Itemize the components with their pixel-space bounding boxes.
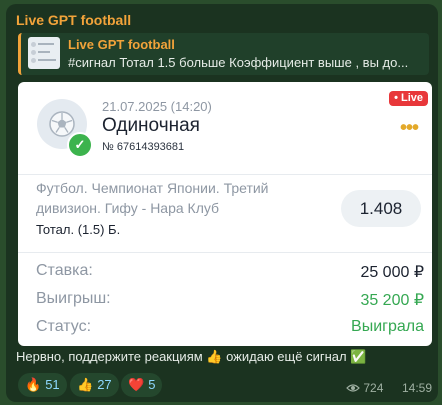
heart-icon: ❤️ xyxy=(128,377,145,392)
reaction-count: 51 xyxy=(45,377,60,392)
status-label: Статус: xyxy=(36,318,92,335)
stake-label: Ставка: xyxy=(36,262,93,279)
match-description: Футбол. Чемпионат Японии. Третий дивизио… xyxy=(36,180,269,216)
stake-value: 25 000 ₽ xyxy=(360,264,424,281)
views-counter: 724 xyxy=(346,381,383,395)
fire-icon: 🔥 xyxy=(25,377,42,392)
reaction-heart[interactable]: ❤️ 5 xyxy=(121,373,163,397)
win-check-icon: ✓ xyxy=(67,132,93,158)
bet-type: Одиночная xyxy=(102,115,200,136)
message-time: 14:59 xyxy=(402,381,433,395)
status-value: Выиграла xyxy=(351,318,424,335)
reaction-count: 27 xyxy=(97,377,112,392)
divider xyxy=(18,252,432,253)
divider xyxy=(18,174,432,175)
reaction-thumbs-up[interactable]: 👍 27 xyxy=(70,373,119,397)
bet-date: 21.07.2025 (14:20) xyxy=(102,99,212,114)
message-caption: Нервно, поддержите реакциям 👍 ожидаю ещё… xyxy=(16,349,367,364)
thumbs-up-icon: 👍 xyxy=(77,377,94,392)
reply-text: #сигнал Тотал 1.5 больше Коэффициент выш… xyxy=(68,55,409,70)
live-badge: • Live xyxy=(389,91,428,106)
reaction-fire[interactable]: 🔥 51 xyxy=(18,373,67,397)
reaction-count: 5 xyxy=(148,377,156,392)
bet-card[interactable]: ✓ 21.07.2025 (14:20) Одиночная № 6761439… xyxy=(18,82,432,346)
odds-badge: 1.408 xyxy=(341,190,421,227)
bet-market: Тотал. (1.5) Б. xyxy=(36,222,121,237)
reply-preview[interactable]: Live GPT football #сигнал Тотал 1.5 боль… xyxy=(18,33,429,75)
winnings-value: 35 200 ₽ xyxy=(360,292,424,309)
views-count: 724 xyxy=(363,381,384,395)
channel-message: Live GPT football Live GPT football #сиг… xyxy=(6,4,438,402)
reply-thumbnail xyxy=(28,37,60,69)
sender-name[interactable]: Live GPT football xyxy=(16,12,131,28)
eye-icon xyxy=(346,384,360,392)
winnings-label: Выигрыш: xyxy=(36,290,111,307)
bet-number: № 67614393681 xyxy=(102,141,185,153)
more-menu-icon[interactable]: ••• xyxy=(400,117,419,140)
reply-title: Live GPT football xyxy=(68,37,175,52)
